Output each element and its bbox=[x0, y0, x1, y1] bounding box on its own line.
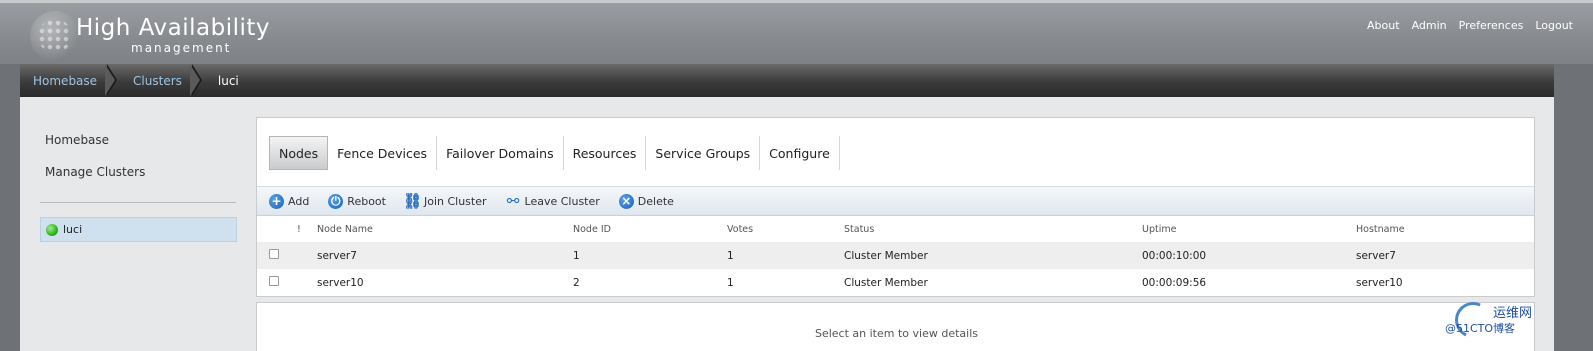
status-cell: Cluster Member bbox=[844, 242, 1142, 269]
row-checkbox[interactable] bbox=[269, 276, 279, 286]
sidebar-item-cluster-luci[interactable]: luci bbox=[40, 217, 237, 242]
details-panel: Select an item to view details bbox=[256, 302, 1535, 351]
join-cluster-button[interactable]: ⛓ Join Cluster bbox=[402, 191, 487, 210]
link-icon: ⛓ bbox=[402, 191, 422, 210]
top-links: About Admin Preferences Logout bbox=[1367, 19, 1573, 32]
details-placeholder: Select an item to view details bbox=[814, 327, 978, 340]
cluster-name: luci bbox=[63, 223, 83, 236]
tab-configure[interactable]: Configure bbox=[760, 136, 840, 170]
watermark-text-2: @51CTO博客 bbox=[1445, 322, 1516, 335]
hostname-cell: server10 bbox=[1356, 269, 1534, 296]
admin-link[interactable]: Admin bbox=[1412, 19, 1447, 32]
breadcrumb: Homebase Clusters luci bbox=[20, 64, 1554, 97]
leave-cluster-button[interactable]: ⚯ Leave Cluster bbox=[506, 191, 600, 210]
sidebar-item-manage-clusters[interactable]: Manage Clusters bbox=[45, 165, 145, 179]
preferences-link[interactable]: Preferences bbox=[1459, 19, 1524, 32]
reboot-label: Reboot bbox=[347, 194, 386, 208]
row-checkbox[interactable] bbox=[269, 249, 279, 259]
select-column-header bbox=[257, 217, 297, 242]
column-header-status[interactable]: Status bbox=[844, 217, 1142, 242]
watermark-text-1: 运维网 bbox=[1493, 306, 1533, 321]
status-ok-icon bbox=[46, 223, 58, 236]
breadcrumb-homebase[interactable]: Homebase bbox=[20, 64, 119, 97]
tab-nodes[interactable]: Nodes bbox=[269, 136, 329, 170]
column-header-alert[interactable]: ! bbox=[297, 217, 317, 242]
sidebar-divider bbox=[40, 202, 236, 203]
column-header-votes[interactable]: Votes bbox=[727, 217, 844, 242]
nodes-panel: Nodes Fence Devices Failover Domains Res… bbox=[256, 117, 1535, 297]
app-header: High Availability management About Admin… bbox=[0, 0, 1593, 64]
delete-label: Delete bbox=[637, 194, 674, 208]
join-cluster-label: Join Cluster bbox=[423, 194, 487, 208]
tab-fence-devices[interactable]: Fence Devices bbox=[328, 136, 438, 170]
nodes-table: ! Node Name Node ID Votes Status Uptime … bbox=[257, 217, 1534, 296]
tab-resources[interactable]: Resources bbox=[564, 136, 647, 170]
add-icon: + bbox=[269, 193, 284, 209]
tab-service-groups[interactable]: Service Groups bbox=[646, 136, 761, 170]
row-alert-cell bbox=[297, 269, 317, 296]
uptime-cell: 00:00:09:56 bbox=[1142, 269, 1356, 296]
hostname-cell: server7 bbox=[1356, 242, 1534, 269]
breadcrumb-clusters[interactable]: Clusters bbox=[119, 64, 204, 97]
delete-button[interactable]: × Delete bbox=[618, 193, 674, 209]
column-header-hostname[interactable]: Hostname bbox=[1356, 217, 1534, 242]
brand-title: High Availability bbox=[76, 15, 271, 41]
logout-link[interactable]: Logout bbox=[1535, 19, 1573, 32]
add-button[interactable]: + Add bbox=[269, 193, 310, 209]
votes-cell: 1 bbox=[727, 242, 844, 269]
unlink-icon: ⚯ bbox=[506, 191, 520, 210]
column-header-node-name[interactable]: Node Name bbox=[317, 217, 573, 242]
node-name-cell: server10 bbox=[317, 269, 573, 296]
leave-cluster-label: Leave Cluster bbox=[524, 194, 600, 208]
reboot-button[interactable]: ⏻ Reboot bbox=[328, 193, 386, 209]
table-row[interactable]: server7 1 1 Cluster Member 00:00:10:00 s… bbox=[257, 242, 1534, 269]
breadcrumb-current: luci bbox=[217, 73, 239, 88]
main-panel: Homebase Manage Clusters luci Nodes Fenc… bbox=[20, 97, 1554, 351]
node-id-cell: 2 bbox=[573, 269, 727, 296]
column-header-node-id[interactable]: Node ID bbox=[573, 217, 727, 242]
logo-icon bbox=[30, 11, 80, 61]
watermark: 运维网 @51CTO博客 bbox=[1445, 296, 1563, 344]
uptime-cell: 00:00:10:00 bbox=[1142, 242, 1356, 269]
table-row[interactable]: server10 2 1 Cluster Member 00:00:09:56 … bbox=[257, 269, 1534, 296]
tab-bar: Nodes Fence Devices Failover Domains Res… bbox=[269, 136, 840, 170]
add-label: Add bbox=[288, 194, 310, 208]
column-header-uptime[interactable]: Uptime bbox=[1142, 217, 1356, 242]
sidebar: Homebase Manage Clusters luci bbox=[20, 97, 256, 351]
about-link[interactable]: About bbox=[1367, 19, 1400, 32]
node-id-cell: 1 bbox=[573, 242, 727, 269]
sidebar-item-homebase[interactable]: Homebase bbox=[45, 133, 109, 147]
power-icon: ⏻ bbox=[328, 193, 344, 209]
tab-failover-domains[interactable]: Failover Domains bbox=[437, 136, 564, 170]
status-cell: Cluster Member bbox=[844, 269, 1142, 296]
row-alert-cell bbox=[297, 242, 317, 269]
delete-icon: × bbox=[618, 193, 634, 209]
table-header-row: ! Node Name Node ID Votes Status Uptime … bbox=[257, 217, 1534, 242]
brand-subtitle: management bbox=[131, 41, 232, 55]
node-name-cell: server7 bbox=[317, 242, 573, 269]
node-toolbar: + Add ⏻ Reboot ⛓ Join Cluster ⚯ Leave Cl… bbox=[257, 186, 1534, 216]
votes-cell: 1 bbox=[727, 269, 844, 296]
